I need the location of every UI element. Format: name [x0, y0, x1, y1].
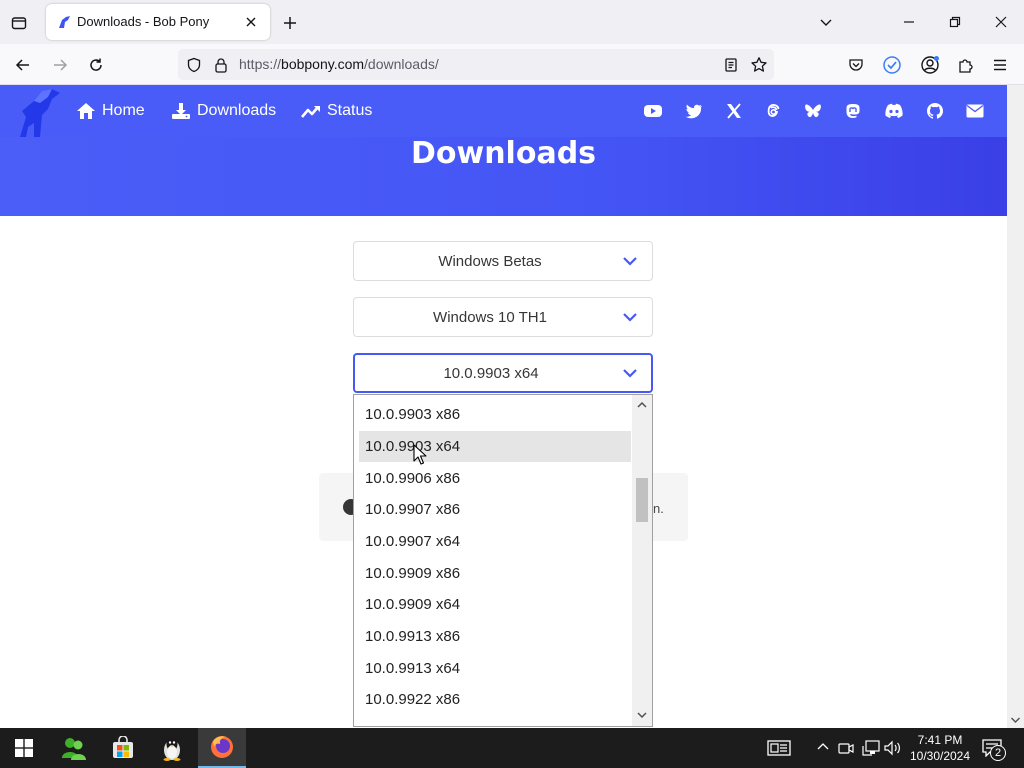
- chevron-down-icon: [622, 311, 638, 323]
- x-icon[interactable]: [724, 101, 744, 121]
- messenger-people-icon[interactable]: [50, 728, 98, 768]
- dropdown-option-hovered[interactable]: 10.0.9903 x64: [359, 431, 631, 462]
- close-tab-icon[interactable]: [242, 13, 260, 31]
- tab-title: Downloads - Bob Pony: [77, 14, 210, 29]
- padlock-icon[interactable]: [213, 57, 229, 73]
- bookmark-star-icon[interactable]: [750, 56, 768, 74]
- discord-icon[interactable]: [884, 101, 904, 121]
- youtube-icon[interactable]: [643, 101, 663, 121]
- tab-list-icon[interactable]: [8, 12, 30, 34]
- news-widget-icon[interactable]: [767, 740, 791, 756]
- page-scrollbar[interactable]: [1007, 85, 1024, 728]
- bobpony-favicon-icon: [56, 14, 72, 30]
- reload-icon[interactable]: [85, 54, 107, 76]
- notification-count-badge: 2: [990, 745, 1006, 761]
- minimize-icon[interactable]: [898, 12, 920, 32]
- linux-tux-icon[interactable]: [148, 728, 196, 768]
- clock-date: 10/30/2024: [909, 749, 971, 763]
- category-select-value: Windows Betas: [438, 253, 542, 270]
- show-hidden-icons-chevron-icon[interactable]: [817, 742, 829, 752]
- nav-status-link[interactable]: Status: [301, 102, 372, 120]
- dropdown-option[interactable]: 10.0.9907 x64: [359, 526, 631, 557]
- browser-nav-bar: https://bobpony.com/downloads/: [0, 44, 1024, 85]
- tab-downloads[interactable]: Downloads - Bob Pony: [46, 4, 270, 40]
- twitter-icon[interactable]: [684, 101, 704, 121]
- webcam-tray-icon[interactable]: [838, 740, 854, 756]
- home-icon: [76, 102, 96, 120]
- url-path: /downloads/: [364, 56, 439, 72]
- chevron-down-icon: [622, 367, 638, 379]
- info-notice-text-fragment: n.: [653, 501, 664, 516]
- dropdown-option[interactable]: 10.0.9909 x64: [359, 589, 631, 620]
- category-select[interactable]: Windows Betas: [353, 241, 653, 281]
- mastodon-icon[interactable]: [843, 101, 863, 121]
- tracking-protection-shield-icon[interactable]: [186, 57, 202, 73]
- nav-downloads-link[interactable]: Downloads: [171, 102, 276, 120]
- dropdown-option[interactable]: 10.0.9903 x86: [359, 399, 631, 430]
- clock-time: 7:41 PM: [917, 733, 963, 747]
- hamburger-menu-icon[interactable]: [989, 54, 1011, 76]
- build-select[interactable]: 10.0.9903 x64: [353, 353, 653, 393]
- dropdown-option[interactable]: 10.0.9913 x64: [359, 653, 631, 684]
- nav-home-link[interactable]: Home: [76, 102, 145, 120]
- url-host: bobpony.com: [281, 56, 365, 72]
- github-icon[interactable]: [925, 101, 945, 121]
- store-icon[interactable]: [99, 728, 147, 768]
- url-scheme: https://: [239, 56, 282, 72]
- firefox-taskbar-icon[interactable]: [198, 728, 246, 768]
- nav-downloads-label: Downloads: [197, 102, 277, 119]
- volume-tray-icon[interactable]: [884, 740, 902, 756]
- mail-icon[interactable]: [965, 101, 985, 121]
- dropdown-option[interactable]: 10.0.9907 x86: [359, 494, 631, 525]
- dropdown-option[interactable]: 10.0.9922 x86: [359, 684, 631, 715]
- scroll-up-arrow-icon[interactable]: [636, 401, 648, 409]
- new-tab-icon[interactable]: [279, 12, 301, 34]
- bluesky-icon[interactable]: [803, 101, 823, 121]
- url-text[interactable]: https://bobpony.com/downloads/: [239, 56, 439, 72]
- page-title: Downloads: [410, 136, 597, 171]
- download-icon: [171, 102, 191, 120]
- dropdown-scrollbar-thumb[interactable]: [636, 478, 648, 522]
- threads-icon[interactable]: [763, 101, 783, 121]
- close-window-icon[interactable]: [990, 12, 1012, 32]
- site-header-hero: Home Downloads Status Downloads: [0, 85, 1007, 216]
- reader-view-icon[interactable]: [723, 57, 739, 73]
- nav-home-label: Home: [102, 102, 145, 119]
- build-dropdown-list[interactable]: 10.0.9903 x86 10.0.9903 x64 10.0.9906 x8…: [353, 394, 653, 727]
- forward-icon[interactable]: [49, 54, 71, 76]
- browser-tab-bar: Downloads - Bob Pony: [0, 0, 1024, 44]
- dropdown-scrollbar[interactable]: [632, 395, 652, 726]
- nav-status-label: Status: [327, 102, 373, 119]
- dropdown-option[interactable]: 10.0.9909 x86: [359, 558, 631, 589]
- product-select[interactable]: Windows 10 TH1: [353, 297, 653, 337]
- mouse-cursor-icon: [413, 444, 427, 466]
- back-icon[interactable]: [12, 54, 34, 76]
- dropdown-option[interactable]: 10.0.9906 x86: [359, 463, 631, 494]
- restore-icon[interactable]: [944, 12, 966, 32]
- build-select-value: 10.0.9903 x64: [443, 365, 539, 382]
- action-center-icon[interactable]: 2: [982, 737, 1012, 761]
- scroll-down-arrow-icon[interactable]: [636, 711, 648, 719]
- network-tray-icon[interactable]: [862, 740, 880, 756]
- windows-taskbar: 7:41 PM 10/30/2024 2: [0, 728, 1024, 768]
- trending-up-icon: [301, 102, 321, 120]
- list-all-tabs-chevron-icon[interactable]: [816, 12, 836, 32]
- dropdown-option[interactable]: 10.0.9913 x86: [359, 621, 631, 652]
- pocket-icon[interactable]: [845, 54, 867, 76]
- site-navbar: Home Downloads Status: [0, 85, 1007, 137]
- taskbar-clock[interactable]: 7:41 PM 10/30/2024: [904, 732, 976, 764]
- address-bar[interactable]: https://bobpony.com/downloads/: [178, 49, 774, 80]
- product-select-value: Windows 10 TH1: [433, 309, 547, 326]
- windows-start-icon[interactable]: [0, 728, 48, 768]
- page-scroll-down-arrow-icon[interactable]: [1010, 716, 1021, 724]
- bobpony-logo[interactable]: [12, 87, 64, 137]
- extension-check-icon[interactable]: [880, 53, 904, 77]
- account-icon[interactable]: [918, 53, 942, 77]
- chevron-down-icon: [622, 255, 638, 267]
- extensions-puzzle-icon[interactable]: [954, 54, 976, 76]
